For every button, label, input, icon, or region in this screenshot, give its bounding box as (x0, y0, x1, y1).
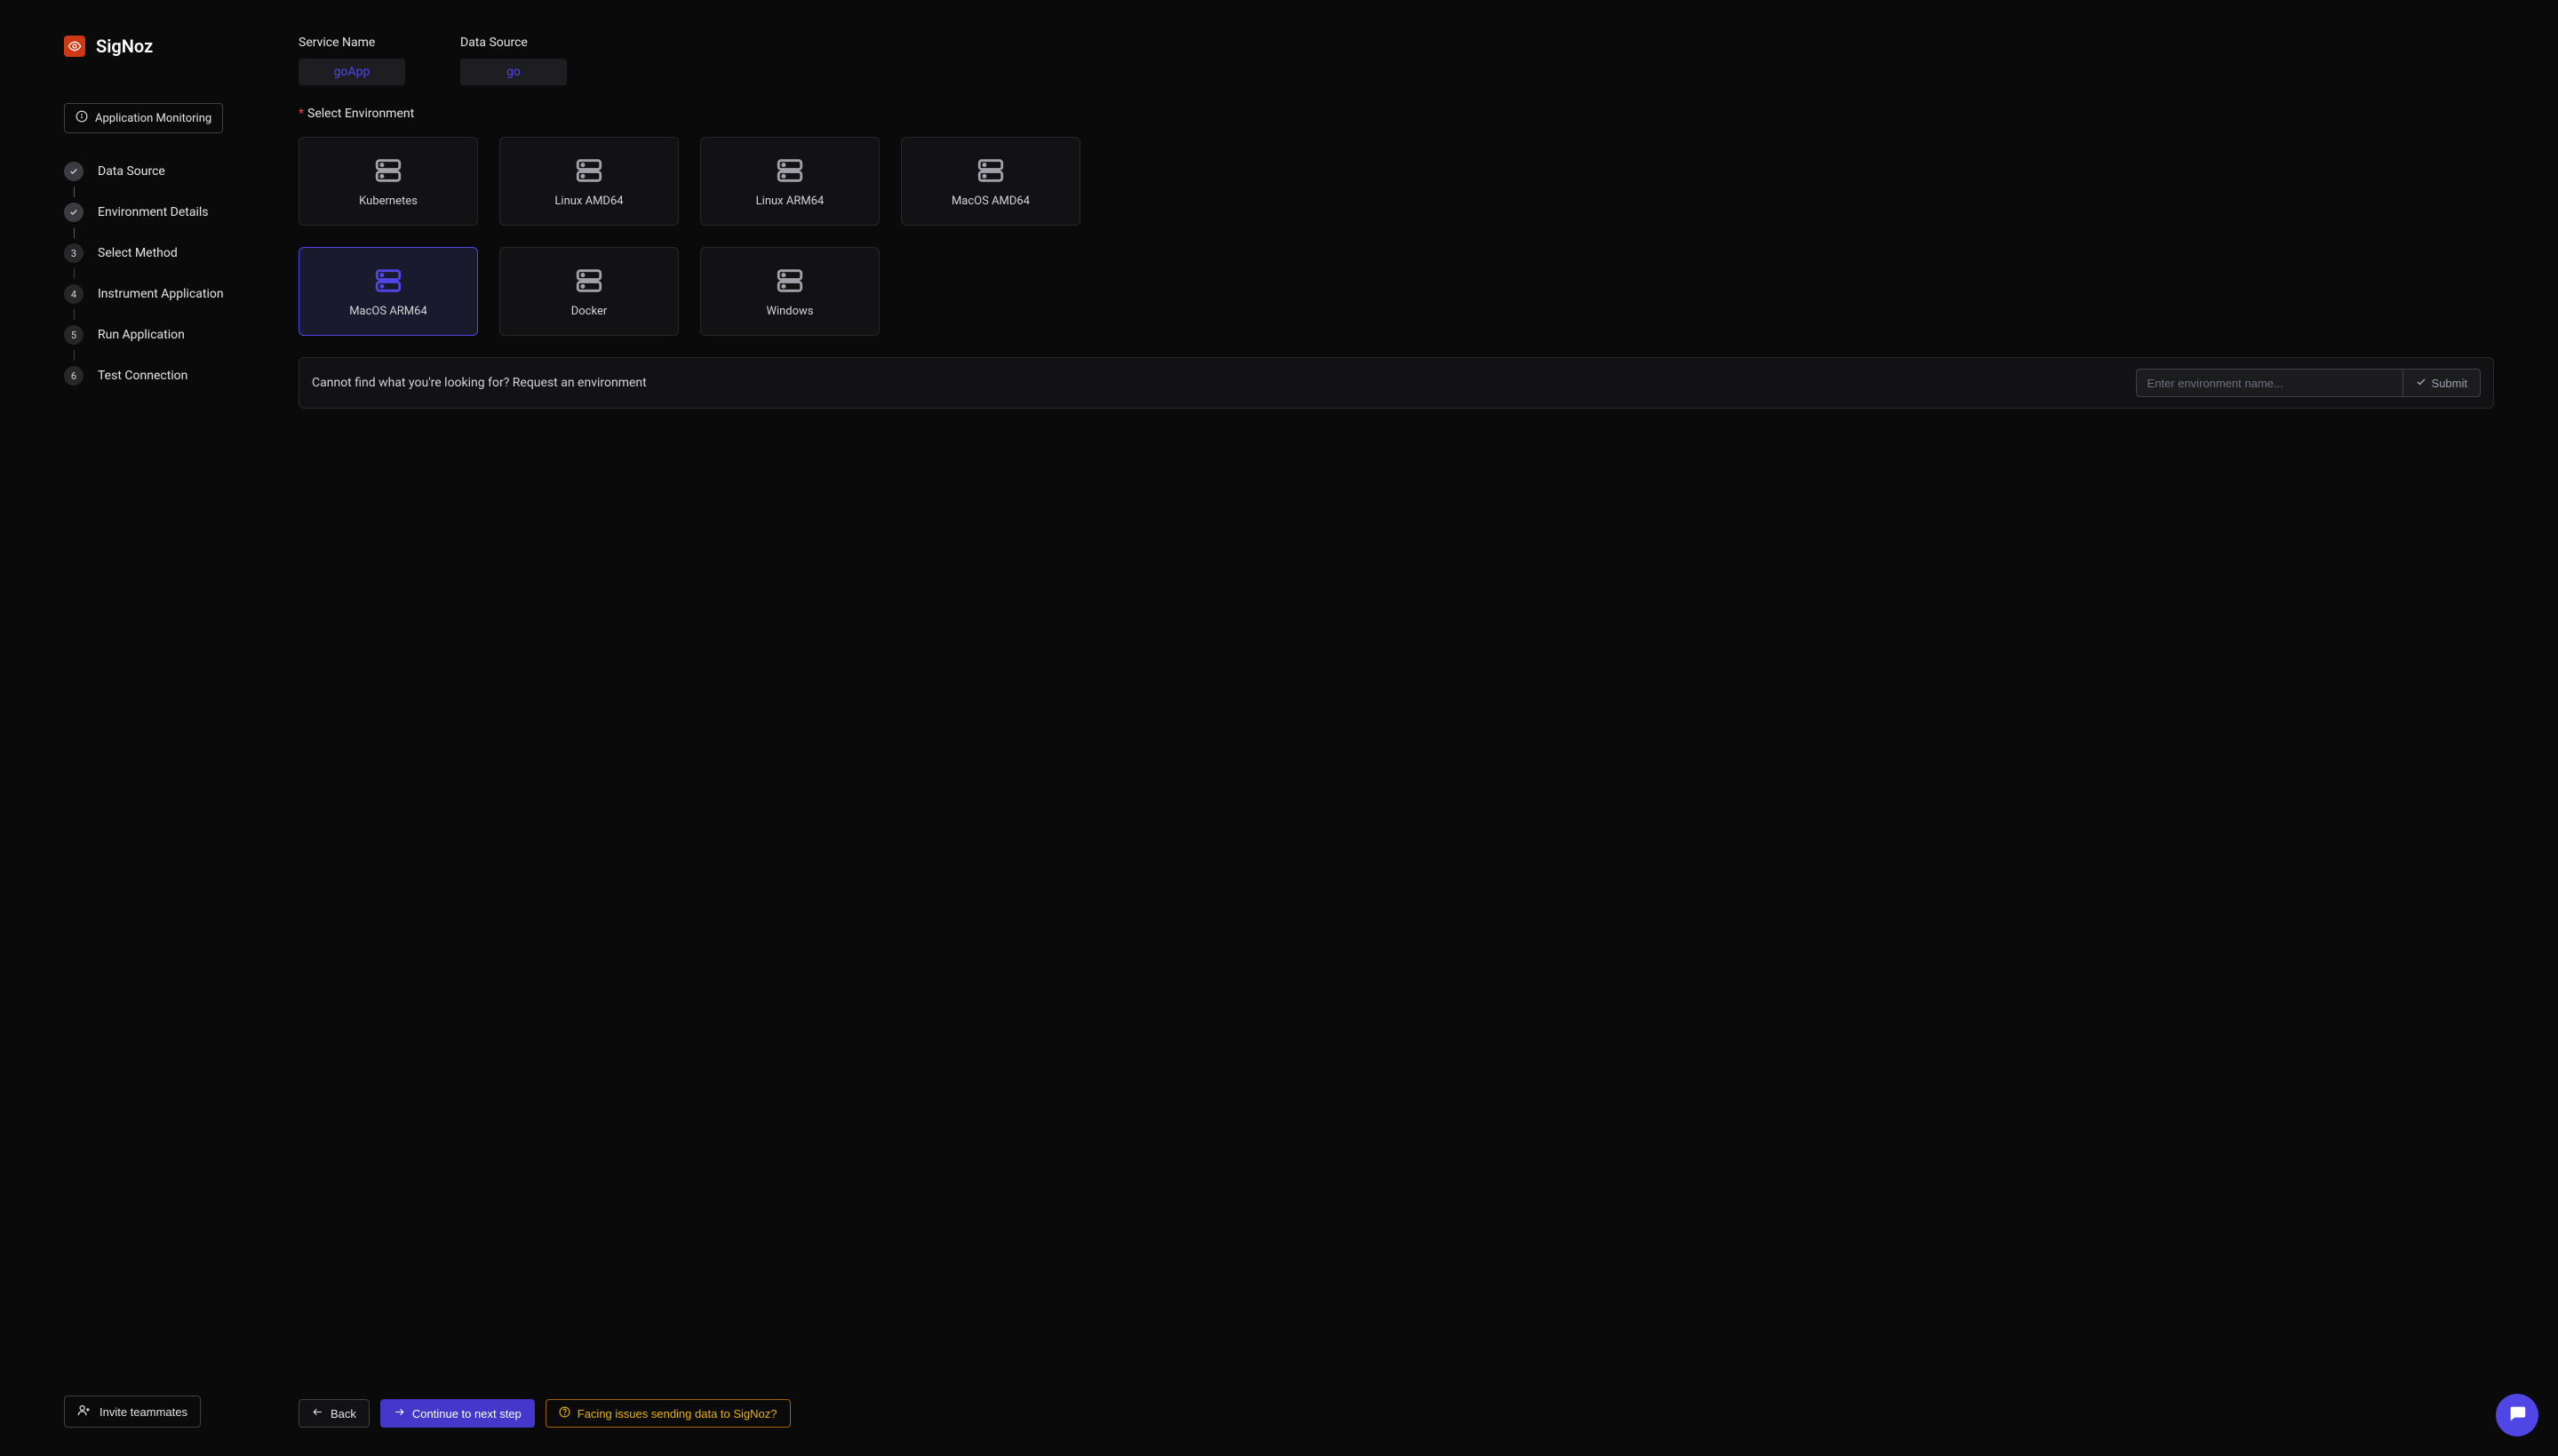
server-icon (976, 155, 1006, 186)
service-name-chip: goApp (299, 59, 405, 85)
summary-label: Data Source (460, 36, 528, 50)
summary-data-source: Data Source go (460, 36, 567, 85)
submit-button[interactable]: Submit (2403, 369, 2481, 397)
help-icon (559, 1406, 570, 1420)
env-card-label: MacOS AMD64 (952, 195, 1030, 208)
submit-label: Submit (2432, 377, 2467, 390)
env-card-label: Linux ARM64 (756, 195, 825, 208)
step-environment-details[interactable]: Environment Details (64, 203, 286, 222)
request-row: Cannot find what you're looking for? Req… (299, 357, 2494, 409)
env-card-label: Windows (766, 305, 813, 318)
back-label: Back (331, 1407, 356, 1420)
facing-issues-label: Facing issues sending data to SigNoz? (578, 1407, 777, 1420)
env-card-linux-amd64[interactable]: Linux AMD64 (499, 137, 679, 226)
continue-label: Continue to next step (412, 1407, 522, 1420)
step-connector (64, 181, 84, 203)
user-plus-icon (77, 1404, 91, 1420)
main: Service Name goApp Data Source go *Selec… (286, 0, 2558, 1456)
server-icon (373, 266, 403, 296)
step-label: Test Connection (98, 369, 187, 383)
back-button[interactable]: Back (299, 1399, 370, 1428)
invite-teammates-button[interactable]: Invite teammates (64, 1396, 201, 1428)
env-card-label: Kubernetes (359, 195, 418, 208)
step-number: 4 (64, 284, 84, 304)
step-instrument-application[interactable]: 4 Instrument Application (64, 284, 286, 304)
env-card-label: Docker (571, 305, 608, 318)
env-card-label: Linux AMD64 (554, 195, 623, 208)
step-select-method[interactable]: 3 Select Method (64, 243, 286, 263)
server-icon (574, 155, 604, 186)
info-icon (76, 110, 88, 126)
arrow-right-icon (394, 1406, 405, 1420)
env-card-linux-arm64[interactable]: Linux ARM64 (700, 137, 880, 226)
context-pill-label: Application Monitoring (95, 112, 211, 125)
step-number: 6 (64, 366, 84, 386)
required-mark: * (299, 107, 304, 121)
server-icon (775, 155, 805, 186)
env-card-docker[interactable]: Docker (499, 247, 679, 336)
environment-request-input[interactable] (2136, 369, 2403, 397)
step-number: 5 (64, 325, 84, 345)
continue-button[interactable]: Continue to next step (380, 1399, 535, 1428)
section-title: *Select Environment (299, 107, 2494, 121)
env-card-label: MacOS ARM64 (349, 305, 427, 318)
env-card-windows[interactable]: Windows (700, 247, 880, 336)
section-title-text: Select Environment (307, 107, 414, 121)
data-source-chip: go (460, 59, 567, 85)
app-root: SigNoz Application Monitoring Data Sourc… (0, 0, 2558, 1456)
sidebar: SigNoz Application Monitoring Data Sourc… (0, 0, 286, 1456)
check-icon (64, 162, 84, 181)
step-connector (64, 222, 84, 243)
brand: SigNoz (64, 36, 286, 57)
step-connector (64, 263, 84, 284)
summary-label: Service Name (299, 36, 375, 50)
summary-row: Service Name goApp Data Source go (299, 36, 2494, 85)
step-connector (64, 304, 84, 325)
check-icon (2416, 377, 2427, 390)
facing-issues-button[interactable]: Facing issues sending data to SigNoz? (546, 1399, 791, 1428)
request-text: Cannot find what you're looking for? Req… (312, 376, 647, 390)
arrow-left-icon (312, 1406, 323, 1420)
chat-icon (2507, 1404, 2527, 1427)
environment-grid: Kubernetes Linux AMD64 Linux ARM64 MacOS AM… (299, 137, 2494, 336)
server-icon (574, 266, 604, 296)
step-connector (64, 345, 84, 366)
brand-logo-icon (64, 36, 85, 57)
step-label: Instrument Application (98, 287, 224, 301)
server-icon (775, 266, 805, 296)
step-test-connection[interactable]: 6 Test Connection (64, 366, 286, 386)
step-number: 3 (64, 243, 84, 263)
brand-name: SigNoz (96, 36, 153, 57)
check-icon (64, 203, 84, 222)
context-pill[interactable]: Application Monitoring (64, 103, 223, 133)
chat-fab-button[interactable] (2496, 1394, 2538, 1436)
steps-list: Data Source Environment Details 3 Select… (64, 162, 286, 386)
step-label: Run Application (98, 328, 185, 342)
step-label: Select Method (98, 246, 178, 260)
env-card-kubernetes[interactable]: Kubernetes (299, 137, 478, 226)
step-run-application[interactable]: 5 Run Application (64, 325, 286, 345)
env-card-macos-arm64[interactable]: MacOS ARM64 (299, 247, 478, 336)
server-icon (373, 155, 403, 186)
step-label: Data Source (98, 164, 165, 179)
request-controls: Submit (2136, 369, 2481, 397)
footer: Back Continue to next step Facing issues… (299, 1399, 2494, 1428)
summary-service-name: Service Name goApp (299, 36, 405, 85)
invite-teammates-label: Invite teammates (100, 1405, 187, 1419)
env-card-macos-amd64[interactable]: MacOS AMD64 (901, 137, 1080, 226)
step-label: Environment Details (98, 205, 209, 219)
step-data-source[interactable]: Data Source (64, 162, 286, 181)
